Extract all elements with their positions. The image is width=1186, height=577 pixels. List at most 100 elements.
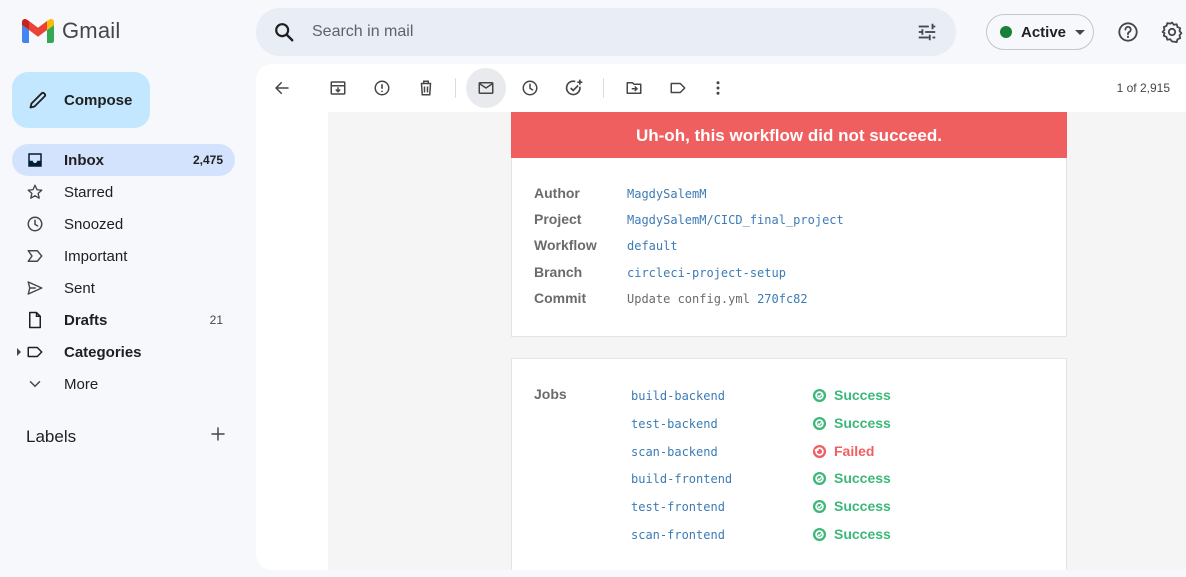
project-link[interactable]: MagdySalemM/CICD_final_project — [627, 213, 844, 227]
job-name-link[interactable]: scan-backend — [631, 445, 718, 459]
project-label: Project — [534, 211, 582, 227]
sidebar-item-starred[interactable]: Starred — [12, 176, 235, 208]
success-status-icon — [812, 388, 827, 403]
app-name: Gmail — [62, 18, 121, 43]
failed-status-icon — [812, 444, 827, 459]
settings-gear-icon[interactable] — [1160, 20, 1184, 44]
status-dropdown[interactable]: Active — [986, 14, 1094, 50]
search-options-icon[interactable] — [898, 8, 956, 56]
job-status-label: Success — [834, 526, 891, 542]
search-bar — [256, 8, 956, 56]
sidebar-item-sent[interactable]: Sent — [12, 272, 235, 304]
email-body: Uh-oh, this workflow did not succeed. Au… — [328, 112, 1186, 570]
success-status-icon — [812, 527, 827, 542]
compose-button[interactable]: Compose — [12, 72, 150, 128]
failure-banner: Uh-oh, this workflow did not succeed. — [511, 112, 1067, 159]
commit-value: Update config.yml 270fc82 — [627, 292, 808, 306]
draft-icon — [26, 310, 50, 330]
job-status-badge: Failed — [812, 443, 874, 459]
jobs-label: Jobs — [534, 386, 567, 402]
labels-section-header: Labels — [26, 426, 226, 447]
help-icon[interactable] — [1116, 20, 1140, 44]
sidebar-item-categories[interactable]: Categories — [12, 336, 235, 368]
draft-count: 21 — [209, 313, 223, 327]
search-icon[interactable] — [256, 8, 312, 56]
sidebar-item-more[interactable]: More — [12, 368, 235, 400]
pencil-icon — [28, 89, 50, 111]
job-status-label: Success — [834, 415, 891, 431]
move-to-icon[interactable] — [614, 70, 654, 106]
more-vert-icon[interactable] — [698, 70, 738, 106]
workflow-details-card: Author MagdySalemM Project MagdySalemM/C… — [511, 158, 1067, 337]
commit-message: Update config.yml — [627, 292, 750, 306]
jobs-card: Jobs build-backend Success test-backend Suc… — [511, 358, 1067, 570]
toolbar-divider — [455, 78, 456, 98]
workflow-link[interactable]: default — [627, 239, 678, 253]
message-view: 1 of 2,915 Uh-oh, this workflow did not … — [256, 64, 1186, 570]
clock-icon — [26, 214, 50, 234]
star-icon — [26, 182, 50, 202]
sidebar-item-drafts[interactable]: Drafts 21 — [12, 304, 235, 336]
caret-down-icon — [1075, 29, 1086, 35]
success-status-icon — [812, 499, 827, 514]
job-status-badge: Success — [812, 526, 891, 542]
job-name-link[interactable]: test-backend — [631, 417, 718, 431]
sidebar-item-label: Sent — [64, 279, 95, 297]
label-icon[interactable] — [658, 70, 698, 106]
job-name-link[interactable]: build-backend — [631, 389, 725, 403]
commit-label: Commit — [534, 290, 587, 306]
mark-unread-icon[interactable] — [466, 68, 506, 108]
sidebar-item-label: More — [64, 375, 99, 393]
sidebar-item-snoozed[interactable]: Snoozed — [12, 208, 235, 240]
job-name-link[interactable]: test-frontend — [631, 500, 725, 514]
commit-hash-link[interactable]: 270fc82 — [757, 292, 808, 306]
labels-title: Labels — [26, 426, 77, 446]
sidebar-item-label: Starred — [64, 183, 114, 201]
snooze-icon[interactable] — [510, 70, 550, 106]
sidebar-item-label: Important — [64, 247, 128, 265]
job-name-link[interactable]: build-frontend — [631, 472, 732, 486]
add-label-icon[interactable] — [210, 426, 226, 447]
archive-icon[interactable] — [318, 70, 358, 106]
toolbar-divider — [603, 78, 604, 98]
report-spam-icon[interactable] — [362, 70, 402, 106]
job-status-label: Success — [834, 470, 891, 486]
gmail-m-icon — [22, 19, 54, 43]
success-status-icon — [812, 471, 827, 486]
job-status-label: Failed — [834, 443, 875, 459]
job-status-label: Success — [834, 387, 891, 403]
sidebar-item-label: Categories — [64, 343, 142, 361]
gmail-logo[interactable]: Gmail — [22, 18, 120, 44]
sidebar-item-inbox[interactable]: Inbox 2,475 — [12, 144, 235, 176]
job-status-badge: Success — [812, 415, 891, 431]
author-link[interactable]: MagdySalemM — [627, 187, 706, 201]
workflow-label: Workflow — [534, 237, 597, 253]
job-status-badge: Success — [812, 387, 891, 403]
sidebar-item-label: Inbox — [64, 151, 104, 169]
job-status-badge: Success — [812, 470, 891, 486]
branch-label: Branch — [534, 264, 583, 280]
job-status-label: Success — [834, 498, 891, 514]
compose-label: Compose — [64, 91, 133, 109]
branch-link[interactable]: circleci-project-setup — [627, 266, 786, 280]
message-toolbar: 1 of 2,915 — [256, 64, 1186, 112]
status-dot — [1000, 26, 1012, 38]
inbox-icon — [26, 150, 50, 170]
back-arrow-icon[interactable] — [262, 70, 302, 106]
search-input[interactable] — [312, 23, 898, 41]
chevron-down-icon — [26, 374, 50, 394]
author-label: Author — [534, 185, 580, 201]
sidebar-item-label: Snoozed — [64, 215, 124, 233]
add-task-icon[interactable] — [554, 70, 594, 106]
unread-count: 2,475 — [192, 153, 223, 167]
label-icon — [26, 342, 50, 362]
expand-arrow-icon[interactable] — [17, 348, 21, 356]
sidebar-item-label: Drafts — [64, 311, 108, 329]
job-status-badge: Success — [812, 498, 891, 514]
trash-icon[interactable] — [406, 70, 446, 106]
job-name-link[interactable]: scan-frontend — [631, 528, 725, 542]
sidebar-item-important[interactable]: Important — [12, 240, 235, 272]
important-icon — [26, 246, 50, 266]
pagination-text: 1 of 2,915 — [1116, 81, 1170, 95]
send-icon — [26, 278, 50, 298]
